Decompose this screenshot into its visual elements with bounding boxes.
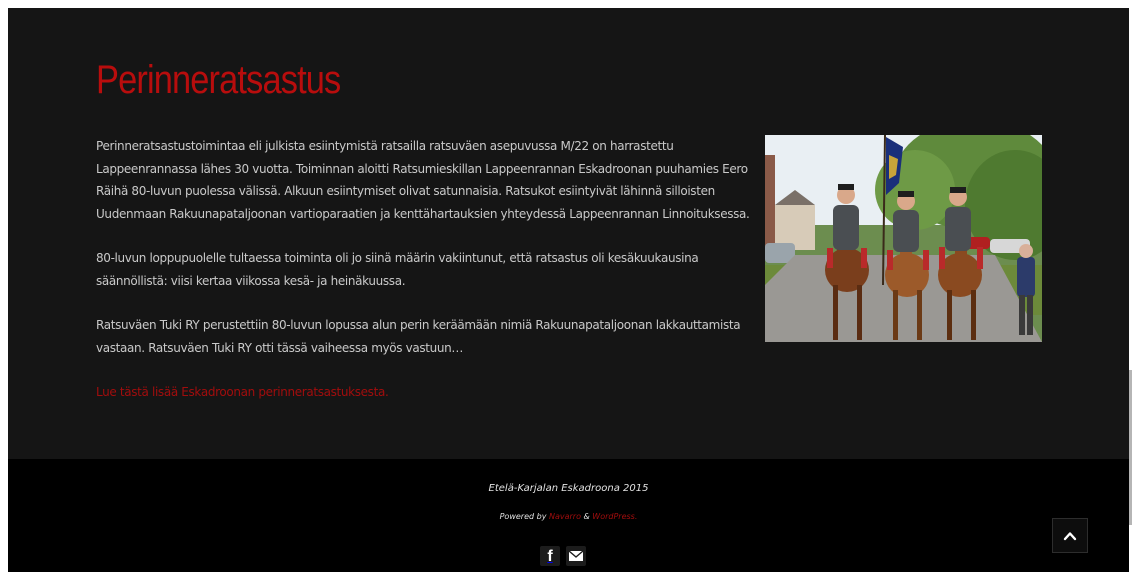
facebook-icon: f [547, 548, 553, 565]
page-frame: Perinneratsastus Perinneratsastustoimint… [8, 8, 1129, 572]
facebook-button[interactable]: f [540, 546, 560, 566]
article-body: Perinneratsastustoimintaa eli julkista e… [96, 135, 752, 426]
cavalry-riders-photo [765, 135, 1042, 342]
powered-by-and: & [580, 512, 593, 521]
read-more-paragraph: Lue tästä lisää Eskadroonan perinneratsa… [96, 381, 752, 404]
paragraph-2: 80-luvun loppupuolelle tultaessa toimint… [96, 251, 699, 288]
page-title: Perinneratsastus [96, 58, 341, 102]
paragraph-1: Perinneratsastustoimintaa eli julkista e… [96, 139, 750, 221]
paragraph-3: Ratsuväen Tuki RY perustettiin 80-luvun … [96, 318, 741, 355]
email-button[interactable] [566, 546, 586, 566]
theme-link[interactable]: Navarro [549, 512, 581, 521]
email-icon [568, 550, 584, 561]
main-content: Perinneratsastus Perinneratsastustoimint… [8, 8, 1129, 459]
footer-powered-by: Powered by Navarro & WordPress. [8, 512, 1129, 521]
social-links: f [540, 546, 592, 568]
scrollbar-thumb[interactable] [1129, 370, 1132, 525]
wordpress-link[interactable]: WordPress. [592, 512, 637, 521]
read-more-link[interactable]: Lue tästä lisää Eskadroonan perinneratsa… [96, 385, 389, 399]
back-to-top-button[interactable] [1052, 518, 1088, 553]
powered-by-prefix: Powered by [499, 512, 549, 521]
site-footer: Etelä-Karjalan Eskadroona 2015 Powered b… [8, 459, 1129, 572]
footer-copyright: Etelä-Karjalan Eskadroona 2015 [488, 483, 649, 494]
chevron-up-icon [1063, 532, 1077, 541]
